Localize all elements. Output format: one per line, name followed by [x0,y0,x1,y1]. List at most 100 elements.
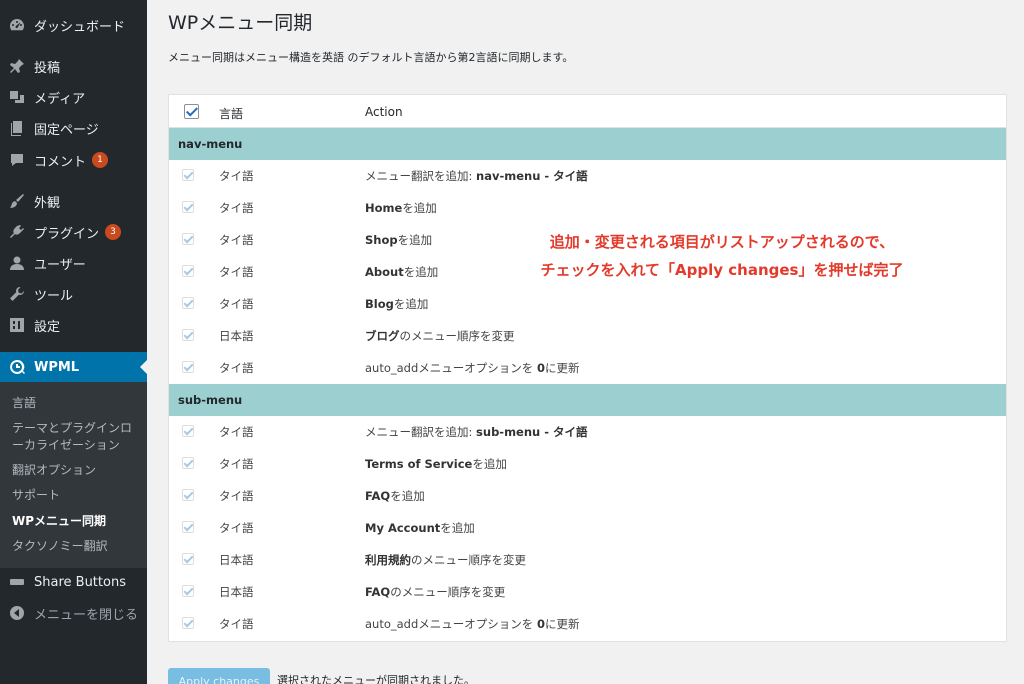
submenu-theme-plugin-localization[interactable]: テーマとプラグインロ [12,419,142,437]
menu-media[interactable]: メディア [0,82,147,112]
user-icon [9,255,25,271]
wpml-icon [9,359,25,375]
submenu-theme-plugin-localization-line2[interactable]: ーカライゼーション [12,436,142,454]
apply-changes-button[interactable]: Apply changes [168,668,270,684]
menu-group-name: nav-menu [178,137,243,151]
row-action-suffix: のメニュー順序を変更 [399,329,515,343]
collapse-menu-button[interactable]: メニューを閉じる [0,598,147,628]
row-checkbox[interactable] [182,425,194,437]
menu-comments[interactable]: コメント 1 [0,145,147,175]
menu-label: WPML [34,359,80,375]
row-action-item: FAQ [365,585,391,599]
row-action-item: Shop [365,233,398,247]
row-language: 日本語 [219,553,254,567]
submenu-languages[interactable]: 言語 [12,394,142,412]
row-language: タイ語 [219,489,254,503]
submenu-wp-menu-sync[interactable]: WPメニュー同期 [12,512,142,530]
row-action-item: Terms of Service [365,457,473,471]
menu-users[interactable]: ユーザー [0,248,147,278]
page-icon [9,120,25,136]
row-checkbox[interactable] [182,233,194,245]
pin-icon [9,58,25,74]
row-action: auto_addメニューオプションを 0に更新 [365,616,579,632]
submenu-translation-options[interactable]: 翻訳オプション [12,461,142,479]
table-row: タイ語 Homeを追加 [169,192,1006,224]
row-language: タイ語 [219,265,254,279]
row-checkbox[interactable] [182,553,194,565]
submenu-support[interactable]: サポート [12,486,142,504]
menu-group-name: sub-menu [178,393,243,407]
row-action: Homeを追加 [365,200,437,216]
row-checkbox[interactable] [182,521,194,533]
row-action-item: 利用規約 [365,553,411,567]
menu-label: メディア [34,91,86,107]
row-language: 日本語 [219,329,254,343]
row-action-item: Home [365,201,403,215]
row-action: auto_addメニューオプションを 0に更新 [365,360,579,376]
table-row: タイ語 メニュー翻訳を追加: nav-menu - タイ語 [169,160,1006,192]
menu-plugins[interactable]: プラグイン 3 [0,217,147,247]
row-checkbox[interactable] [182,201,194,213]
row-language: タイ語 [219,617,254,631]
menu-label: ツール [34,288,74,304]
menu-label: 投稿 [34,60,61,76]
row-checkbox[interactable] [182,617,194,629]
row-action: FAQを追加 [365,488,425,504]
row-action-text: auto_addメニューオプションを [365,617,537,631]
table-row: タイ語 auto_addメニューオプションを 0に更新 [169,352,1006,384]
row-action-item: 0 [536,361,545,375]
row-action-text: auto_addメニューオプションを [365,361,537,375]
menu-sync-table: 言語 Action nav-menu タイ語 メニュー翻訳を追加: nav-menu… [168,94,1007,642]
table-header-row: 言語 Action [169,95,1006,128]
table-row: タイ語 Blogを追加 [169,288,1006,320]
row-checkbox[interactable] [182,457,194,469]
table-row: タイ語 メニュー翻訳を追加: sub-menu - タイ語 [169,416,1006,448]
row-action-item: sub-menu - タイ語 [476,425,588,439]
table-row: 日本語 利用規約のメニュー順序を変更 [169,544,1006,576]
menu-dashboard[interactable]: ダッシュボード [0,10,147,40]
row-checkbox[interactable] [182,169,194,181]
menu-share-buttons[interactable]: Share Buttons [0,567,147,597]
menu-posts[interactable]: 投稿 [0,51,147,81]
table-row: 日本語 ブログのメニュー順序を変更 [169,320,1006,352]
collapse-icon [9,605,25,621]
menu-label: メニューを閉じる [34,607,139,623]
row-checkbox[interactable] [182,265,194,277]
table-row: タイ語 FAQを追加 [169,480,1006,512]
row-action-item: ブログ [365,329,400,343]
submenu-taxonomy-translation[interactable]: タクソノミー翻訳 [12,537,142,555]
row-action: FAQのメニュー順序を変更 [365,584,505,600]
row-action-suffix: を追加 [403,265,439,279]
row-action-item: About [365,265,404,279]
menu-wpml[interactable]: WPML [0,352,147,382]
menu-label: Share Buttons [34,574,126,590]
row-checkbox[interactable] [182,489,194,501]
wrench-icon [9,286,25,302]
row-checkbox[interactable] [182,297,194,309]
row-language: 日本語 [219,585,254,599]
menu-tools[interactable]: ツール [0,279,147,309]
menu-pages[interactable]: 固定ページ [0,113,147,143]
table-row: タイ語 My Accountを追加 [169,512,1006,544]
table-row: 日本語 FAQのメニュー順序を変更 [169,576,1006,608]
row-action-text: メニュー翻訳を追加: [365,169,477,183]
row-language: タイ語 [219,233,254,247]
dashboard-icon [9,17,25,33]
menu-appearance[interactable]: 外観 [0,186,147,216]
main-content: WPメニュー同期 メニュー同期はメニュー構造を英語 のデフォルト言語から第2言語… [147,0,1024,684]
menu-settings[interactable]: 設定 [0,310,147,340]
menu-label: 固定ページ [34,122,99,138]
row-checkbox[interactable] [182,329,194,341]
row-action-item: 0 [536,617,545,631]
select-all-checkbox[interactable] [184,104,199,119]
row-action-text: メニュー翻訳を追加: [365,425,477,439]
menu-group-header: sub-menu [169,384,1006,416]
row-checkbox[interactable] [182,361,194,373]
table-row: タイ語 auto_addメニューオプションを 0に更新 [169,608,1006,640]
row-checkbox[interactable] [182,585,194,597]
row-action-item: Blog [365,297,394,311]
row-action-suffix: を追加 [397,233,433,247]
annotation-line-1: 追加・変更される項目がリストアップされるので、 [549,233,895,251]
annotation-line-2: チェックを入れて「Apply changes」を押せば完了 [540,261,904,279]
annotation-text: 追加・変更される項目がリストアップされるので、 チェックを入れて「Apply c… [492,228,952,284]
